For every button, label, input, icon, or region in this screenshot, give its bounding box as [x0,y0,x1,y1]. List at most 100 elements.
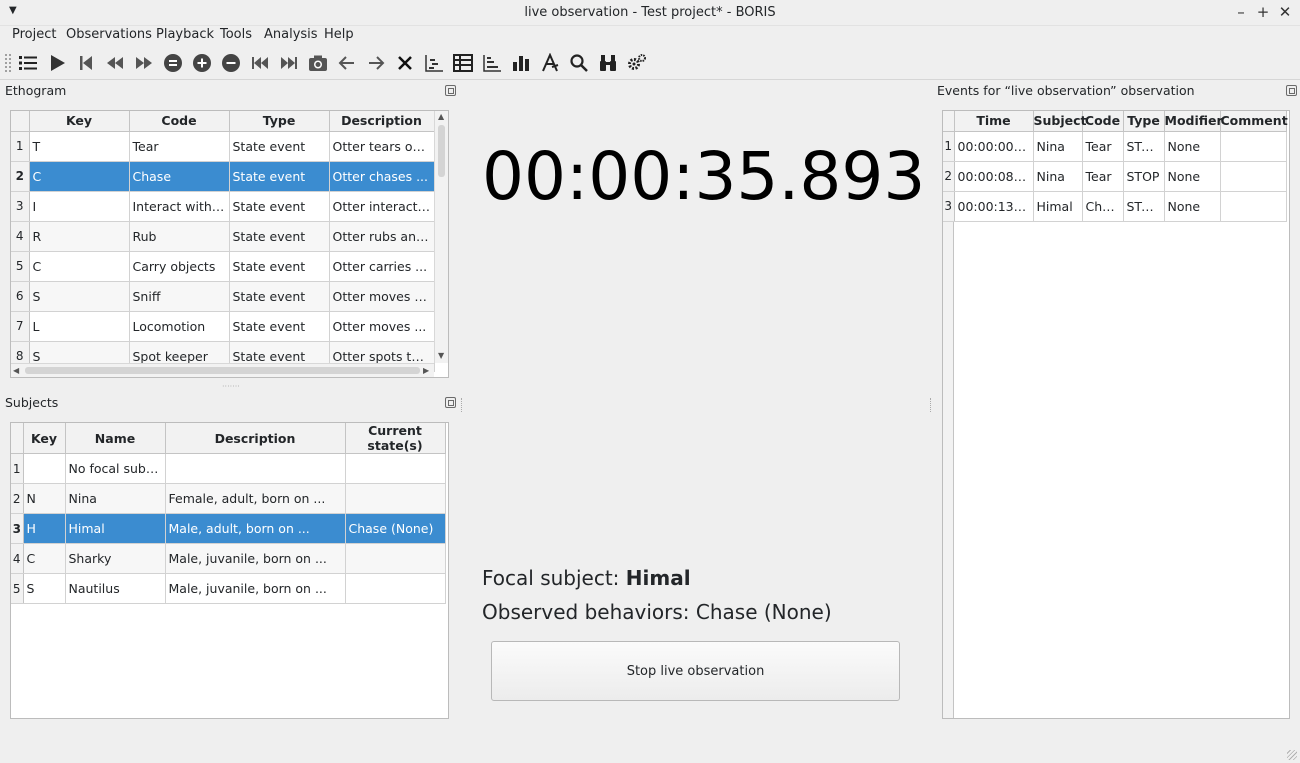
subjects-header-description[interactable]: Description [165,423,346,454]
events-header-subject[interactable]: Subject [1033,111,1087,132]
jump-start-icon[interactable] [248,51,272,75]
cell-type[interactable]: START [1123,191,1165,222]
ethogram-horizontal-scrollbar[interactable]: ◀ ▶ [11,363,434,377]
arrow-left-icon[interactable] [335,51,359,75]
rewind-icon[interactable] [103,51,127,75]
cell-key[interactable]: S [29,281,130,312]
cell-code[interactable]: Locomotion [129,311,230,342]
cell-code[interactable]: Chase [129,161,230,192]
events-header-time[interactable]: Time [954,111,1034,132]
cell-subject[interactable]: Himal [1033,191,1083,222]
close-icon[interactable]: ✕ [1276,3,1294,21]
play-icon[interactable] [45,51,69,75]
cell-code[interactable]: Rub [129,221,230,252]
cell-type[interactable]: STOP [1123,161,1165,192]
cell-description[interactable]: Male, adult, born on ... [165,513,346,544]
cell-time[interactable]: 00:00:00.000 [954,131,1034,162]
ethogram-vscroll-thumb[interactable] [438,125,445,177]
cell-time[interactable]: 00:00:08.387 [954,161,1034,192]
cell-type[interactable]: State event [229,131,330,162]
cell-description[interactable]: Otter rubs and... [329,221,435,252]
fast-forward-icon[interactable] [132,51,156,75]
menu-help[interactable]: Help [324,27,354,42]
plot-time-icon[interactable] [480,51,504,75]
cell-type[interactable]: State event [229,281,330,312]
cell-modifier[interactable]: None [1164,191,1221,222]
table-icon[interactable] [451,51,475,75]
row-number[interactable]: 6 [11,281,30,312]
cell-subject[interactable]: Nina [1033,131,1083,162]
row-number[interactable]: 3 [11,191,30,222]
cell-description[interactable]: Otter tears off ... [329,131,435,162]
table-row[interactable]: 4 C Sharky Male, juvanile, born on ... [11,543,446,574]
behaviors-map-icon[interactable] [538,51,562,75]
cell-description[interactable]: Male, juvanile, born on ... [165,573,346,604]
cell-key[interactable]: H [23,513,66,544]
cell-key[interactable]: S [23,573,66,604]
row-number[interactable]: 4 [11,543,24,574]
cell-description[interactable]: Otter moves t... [329,281,435,312]
cell-modifier[interactable]: None [1164,131,1221,162]
ethogram-hscroll-thumb[interactable] [25,367,420,374]
window-resize-grip[interactable] [1287,750,1297,760]
cell-time[interactable]: 00:00:13.859 [954,191,1034,222]
list-icon[interactable] [16,51,40,75]
table-row[interactable]: 3 I Interact with ... State event Otter inte… [11,191,435,222]
table-row[interactable]: 5 C Carry objects State event Otter carries … [11,251,435,282]
cell-key[interactable]: T [29,131,130,162]
row-number[interactable]: 5 [11,573,24,604]
cell-state[interactable] [345,573,446,604]
cell-description[interactable]: Female, adult, born on ... [165,483,346,514]
cell-type[interactable]: State event [229,191,330,222]
binoculars-icon[interactable] [596,51,620,75]
cell-comment[interactable] [1220,191,1287,222]
cell-type[interactable]: State event [229,251,330,282]
cell-code[interactable]: Tear [1082,161,1124,192]
events-float-icon[interactable] [1286,85,1297,96]
cell-code[interactable]: Tear [1082,131,1124,162]
cell-type[interactable]: State event [229,161,330,192]
cell-state[interactable] [345,543,446,574]
row-number[interactable]: 5 [11,251,30,282]
ethogram-float-icon[interactable] [445,85,456,96]
menu-analysis[interactable]: Analysis [264,27,318,42]
table-row[interactable]: 7 L Locomotion State event Otter moves ... [11,311,435,342]
subjects-float-icon[interactable] [445,397,456,408]
maximize-icon[interactable]: + [1254,3,1272,21]
minus-speed-icon[interactable] [219,51,243,75]
cell-description[interactable]: Otter chases ... [329,161,435,192]
ethogram-header-code[interactable]: Code [129,111,230,132]
cell-description[interactable]: Otter carries ... [329,251,435,282]
search-icon[interactable] [567,51,591,75]
row-number[interactable]: 1 [11,453,24,484]
cell-state[interactable] [345,453,446,484]
cell-key[interactable]: L [29,311,130,342]
events-header-type[interactable]: Type [1123,111,1165,132]
table-row[interactable]: 1 No focal subject [11,453,446,484]
plot-events-icon[interactable] [422,51,446,75]
cell-code[interactable]: Interact with ... [129,191,230,222]
cell-key[interactable]: C [23,543,66,574]
menu-playback[interactable]: Playback [156,27,214,42]
subjects-corner[interactable] [11,423,24,454]
settings-icon[interactable] [625,51,649,75]
row-number[interactable]: 4 [11,221,30,252]
cell-key[interactable]: N [23,483,66,514]
row-number[interactable]: 1 [11,131,30,162]
left-splitter-handle[interactable] [461,398,463,412]
menu-project[interactable]: Project [12,27,56,42]
right-splitter-handle[interactable] [930,398,932,412]
jump-end-icon[interactable] [277,51,301,75]
cell-modifier[interactable]: None [1164,161,1221,192]
ethogram-corner[interactable] [11,111,30,132]
table-row[interactable]: 100:00:00.000NinaTearSTARTNone [943,131,1287,162]
cell-code[interactable]: Tear [129,131,230,162]
bar-chart-icon[interactable] [509,51,533,75]
row-number[interactable]: 3 [11,513,24,544]
table-row[interactable]: 1 T Tear State event Otter tears off ... [11,131,435,162]
cell-key[interactable]: C [29,251,130,282]
cell-subject[interactable]: Nina [1033,161,1083,192]
cell-name[interactable]: Himal [65,513,166,544]
dock-splitter-handle[interactable]: ······· [222,382,240,391]
row-number[interactable]: 2 [11,483,24,514]
